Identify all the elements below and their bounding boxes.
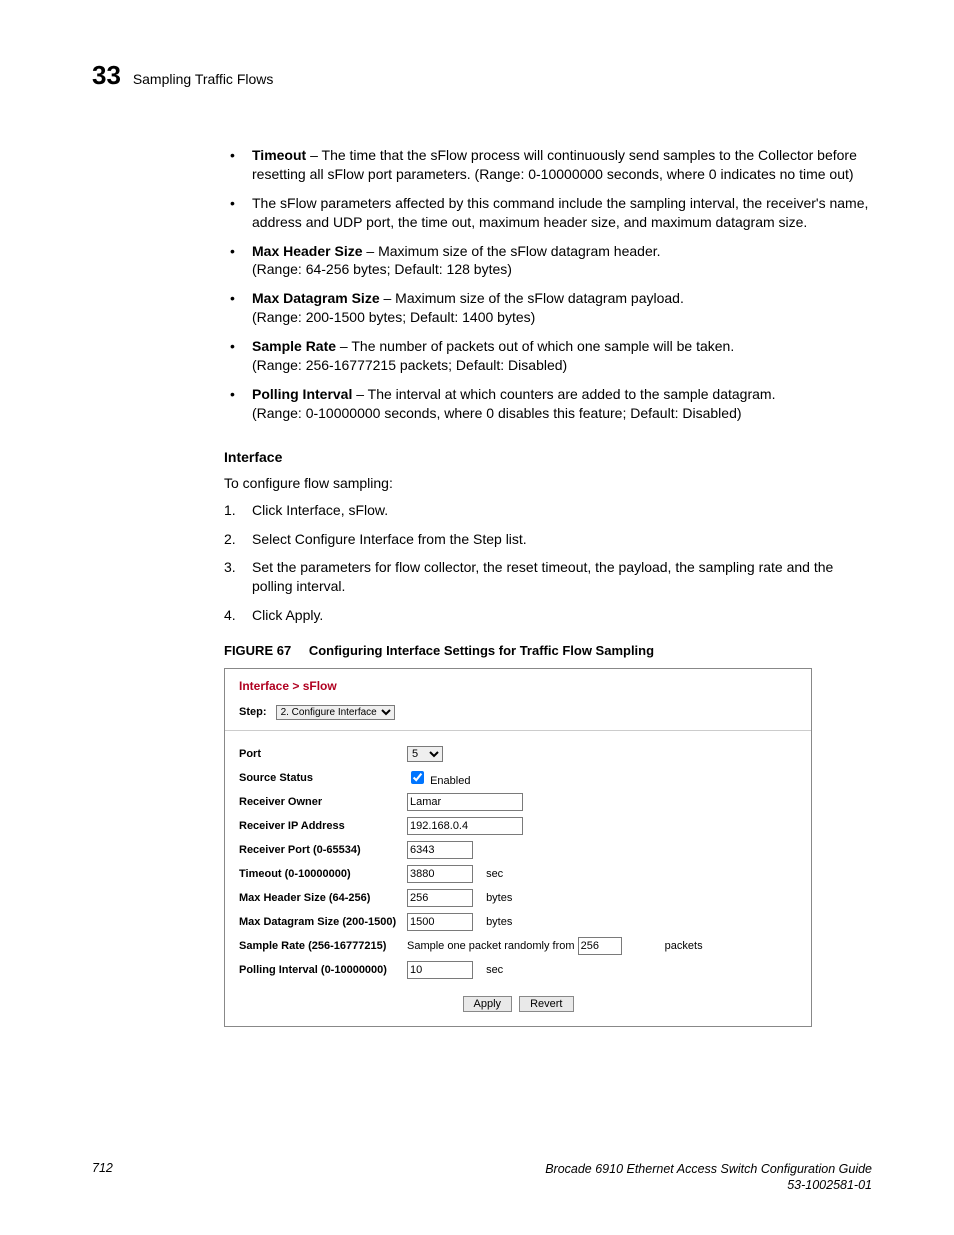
receiver-port-input[interactable] [407,841,473,859]
step-label: Step: [239,706,267,718]
bullet-sample-rate: Sample Rate – The number of packets out … [224,337,872,375]
row-sample-rate: Sample Rate (256-16777215) Sample one pa… [239,934,709,958]
form-table: Port 5 Source Status Enabled Receiv [239,743,709,982]
row-source-status: Source Status Enabled [239,765,709,790]
page-number: 712 [92,1161,113,1175]
apply-button[interactable]: Apply [463,996,513,1012]
section-title: Sampling Traffic Flows [133,71,274,87]
enabled-text: Enabled [430,775,470,787]
bullet-sflow-params: The sFlow parameters affected by this co… [224,194,872,232]
config-screenshot: Interface > sFlow Step: 2. Configure Int… [224,668,812,1027]
figure-title: Configuring Interface Settings for Traff… [309,643,654,658]
row-max-datagram: Max Datagram Size (200-1500) bytes [239,910,709,934]
figure-caption: FIGURE 67 Configuring Interface Settings… [224,643,872,658]
receiver-owner-input[interactable] [407,793,523,811]
interface-steps: 1.Click Interface, sFlow. 2.Select Confi… [224,501,872,625]
button-row: Apply Revert [225,996,811,1012]
row-receiver-port: Receiver Port (0-65534) [239,838,709,862]
step-select[interactable]: 2. Configure Interface [276,705,395,720]
param-bullets: Timeout – The time that the sFlow proces… [224,146,872,423]
step-2: 2.Select Configure Interface from the St… [224,530,872,549]
page-footer: 712 Brocade 6910 Ethernet Access Switch … [92,1161,872,1194]
bullet-timeout: Timeout – The time that the sFlow proces… [224,146,872,184]
timeout-input[interactable] [407,865,473,883]
step-3: 3.Set the parameters for flow collector,… [224,558,872,596]
row-timeout: Timeout (0-10000000) sec [239,862,709,886]
polling-input[interactable] [407,961,473,979]
row-port: Port 5 [239,743,709,765]
bullet-max-header: Max Header Size – Maximum size of the sF… [224,242,872,280]
step-1: 1.Click Interface, sFlow. [224,501,872,520]
max-datagram-input[interactable] [407,913,473,931]
max-header-input[interactable] [407,889,473,907]
sample-rate-input[interactable] [578,937,622,955]
bullet-polling: Polling Interval – The interval at which… [224,385,872,423]
row-receiver-ip: Receiver IP Address [239,814,709,838]
source-status-checkbox[interactable] [411,771,424,784]
interface-intro: To configure flow sampling: [224,475,872,491]
breadcrumb: Interface > sFlow [225,669,811,701]
revert-button[interactable]: Revert [519,996,573,1012]
page-header: 33 Sampling Traffic Flows [92,60,872,91]
row-receiver-owner: Receiver Owner [239,790,709,814]
footer-guide: Brocade 6910 Ethernet Access Switch Conf… [545,1161,872,1194]
step-4: 4.Click Apply. [224,606,872,625]
bullet-max-datagram: Max Datagram Size – Maximum size of the … [224,289,872,327]
body-content: Timeout – The time that the sFlow proces… [224,146,872,1027]
chapter-number: 33 [92,60,121,91]
port-select[interactable]: 5 [407,746,443,762]
row-max-header: Max Header Size (64-256) bytes [239,886,709,910]
figure-label: FIGURE 67 [224,643,291,658]
interface-heading: Interface [224,449,872,465]
receiver-ip-input[interactable] [407,817,523,835]
step-row: Step: 2. Configure Interface [225,701,811,731]
row-polling: Polling Interval (0-10000000) sec [239,958,709,982]
